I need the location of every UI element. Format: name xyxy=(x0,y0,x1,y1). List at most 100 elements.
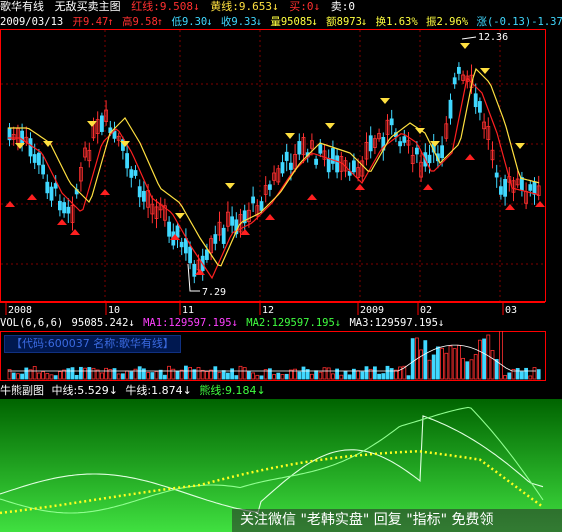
volume-bar xyxy=(20,373,25,380)
volume-bar xyxy=(41,371,45,380)
red-line-series xyxy=(8,76,540,280)
volume-bar xyxy=(221,370,226,380)
volume-bar xyxy=(440,347,445,380)
candle-body xyxy=(284,151,289,161)
indicator-name[interactable]: 无敌买卖主图 xyxy=(55,0,121,14)
candle-body xyxy=(318,144,323,154)
sell-value: 0 xyxy=(348,0,355,13)
volume-bar xyxy=(255,374,260,380)
volume-bar xyxy=(393,369,398,380)
volume-bar xyxy=(70,367,75,380)
arrow-down-icon: ↓ xyxy=(256,384,266,397)
volume-bar xyxy=(100,372,104,380)
sell-signal-icon xyxy=(480,68,490,74)
candle-body xyxy=(267,184,272,190)
volume-bar xyxy=(406,375,411,380)
candle-body xyxy=(280,162,285,174)
volume-bar xyxy=(322,367,327,380)
sell-label: 卖: xyxy=(330,0,349,13)
volume-bar xyxy=(15,373,20,380)
volume-bar xyxy=(58,371,62,380)
candle-body xyxy=(192,263,197,277)
quote-high: 高9.58 xyxy=(122,16,158,28)
arrow-down-icon: ↓ xyxy=(231,317,238,329)
sell-signal-icon xyxy=(380,98,390,104)
axis-tick-label: 03 xyxy=(505,305,517,316)
quote-amplitude: 振2.96% xyxy=(426,16,469,28)
quote-date: 2009/03/13 xyxy=(0,16,64,28)
axis-tick-label: 10 xyxy=(108,305,120,316)
sell-signal-icon xyxy=(415,128,425,134)
volume-bar xyxy=(11,372,16,380)
buy-value: 0 xyxy=(306,0,314,13)
volume-bar xyxy=(356,370,361,380)
yellow-line-value: 9.653 xyxy=(238,0,272,13)
volume-bar xyxy=(259,375,264,380)
volume-bar xyxy=(318,371,323,380)
volume-bar xyxy=(242,367,247,380)
volume-bar xyxy=(37,372,41,380)
yellow-line-label: 黄线: xyxy=(210,0,239,13)
sell-signal-icon xyxy=(285,133,295,139)
candlestick-chart[interactable]: 12.36 7.29 xyxy=(0,29,562,302)
volume-bar xyxy=(427,359,432,380)
arrow-down-icon: ↓ xyxy=(108,384,118,397)
quote-amount: 额8973 xyxy=(326,16,362,28)
volume-bar xyxy=(297,371,302,380)
volume-bar xyxy=(125,370,129,380)
candle-body xyxy=(141,190,146,202)
candle-body xyxy=(41,164,45,175)
volume-bar xyxy=(246,371,251,380)
arrow-down-icon: ↓ xyxy=(255,16,263,28)
volume-bar xyxy=(423,340,428,380)
volume-label: VOL(6,6,6) xyxy=(0,317,64,329)
volume-bar xyxy=(238,365,243,380)
quote-volume: 量95085 xyxy=(270,16,313,28)
volume-bar xyxy=(79,366,83,380)
candle-body xyxy=(167,221,172,237)
volume-bar xyxy=(360,371,365,380)
volume-bar xyxy=(230,368,235,380)
sub-chart-title[interactable]: 牛熊副图 xyxy=(0,384,44,398)
candle-body xyxy=(251,196,256,204)
volume-bar xyxy=(364,366,369,380)
ma3-value: MA3:129597.195 xyxy=(349,317,438,329)
buy-signal-icon xyxy=(70,229,80,235)
bear-line-value: 熊线:9.184 xyxy=(199,384,257,397)
candle-body xyxy=(20,130,25,145)
volume-bar xyxy=(448,345,453,380)
axis-tick-label: 2009 xyxy=(360,305,384,316)
arrow-down-icon: ↓ xyxy=(128,317,135,329)
candle-body xyxy=(528,184,533,191)
candle-body xyxy=(204,249,209,260)
candle-body xyxy=(179,241,184,248)
volume-bar xyxy=(45,373,50,380)
sell-signal-icon xyxy=(325,123,335,129)
stock-code: 【代码:600037 xyxy=(11,337,90,350)
candle-body xyxy=(137,186,142,198)
volume-bar xyxy=(66,368,71,380)
buy-signal-icon xyxy=(355,184,365,190)
quote-change: 涨(-0.13)-1.37% xyxy=(476,16,562,28)
buy-label: 买: xyxy=(289,0,307,13)
axis-tick-label: 11 xyxy=(182,305,194,316)
axis-tick-label: 02 xyxy=(420,305,432,316)
volume-bar xyxy=(473,354,478,380)
volume-bar xyxy=(129,371,134,380)
volume-bar xyxy=(213,366,218,380)
volume-bar xyxy=(347,374,352,380)
candle-body xyxy=(188,246,193,264)
volume-bar xyxy=(116,373,121,380)
volume-bar xyxy=(32,366,37,380)
candle-body xyxy=(398,141,403,147)
candle-body xyxy=(452,77,457,85)
quote-low: 低9.30 xyxy=(171,16,208,28)
buy-signal-icon xyxy=(100,189,110,195)
candle-body xyxy=(66,206,71,214)
candle-body xyxy=(351,160,356,173)
candle-body xyxy=(330,148,335,164)
volume-bar xyxy=(326,367,331,380)
candle-body xyxy=(473,93,478,108)
candle-body xyxy=(477,101,482,113)
volume-bar xyxy=(183,365,188,380)
